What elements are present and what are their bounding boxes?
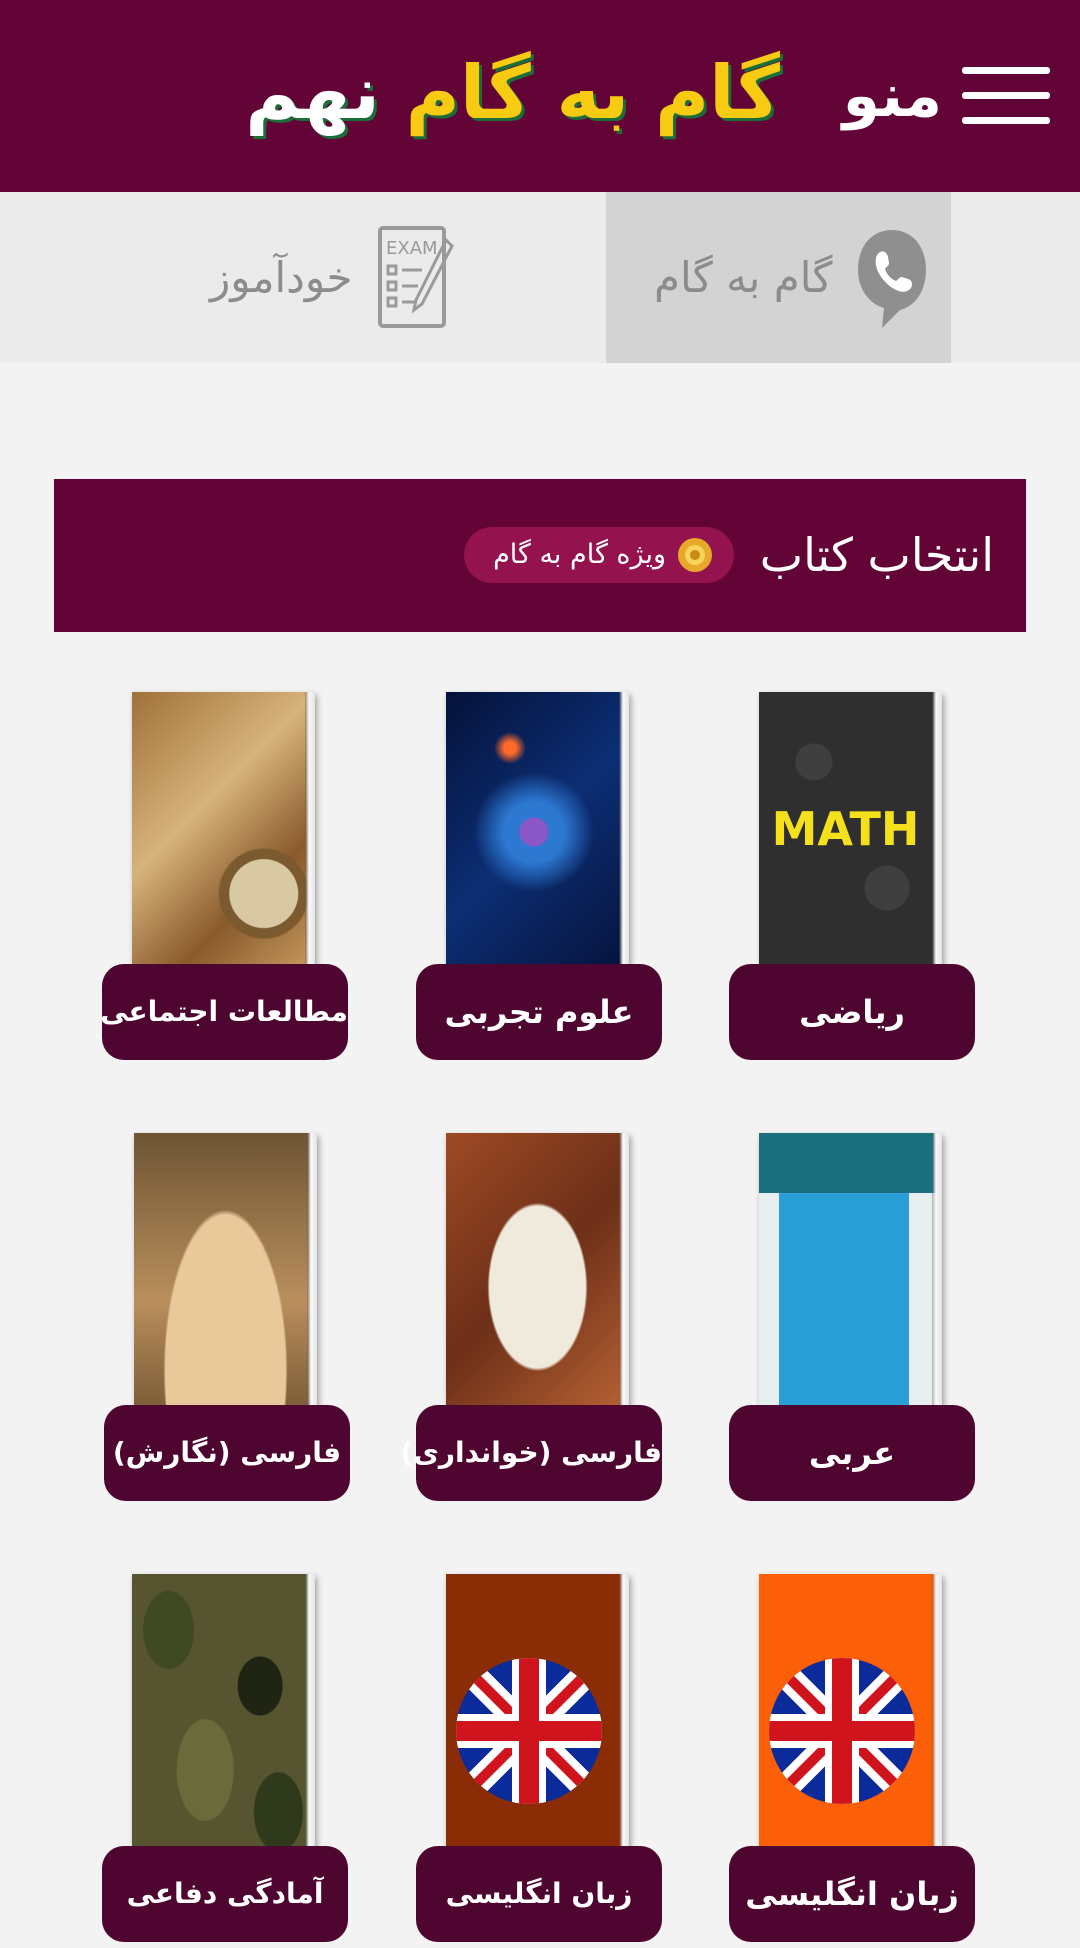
hamburger-icon [962, 67, 1050, 125]
app-title-part: گام [405, 50, 531, 136]
app-title-part: به [556, 50, 630, 136]
book-label: ریاضی [729, 964, 975, 1060]
book-label: علوم تجربی [416, 964, 662, 1060]
menu-label: منو [842, 61, 942, 131]
math-cover: MATH [759, 692, 942, 972]
book-math[interactable]: MATH ریاضی [729, 692, 975, 1066]
book-english[interactable]: زبان انگلیسی [729, 1574, 975, 1948]
book-selection-header: انتخاب کتاب ویژه گام به گام [54, 479, 1026, 632]
book-label: زبان انگلیسی [729, 1846, 975, 1942]
tab-self-study[interactable]: خودآموز EXAM [150, 192, 470, 363]
math-cover-text: MATH [771, 802, 920, 856]
book-persian-reading[interactable]: فارسی (خوانداری) [400, 1133, 662, 1507]
app-title-part: گام [654, 50, 780, 136]
tab-label: گام به گام [654, 253, 833, 302]
exam-icon: EXAM [378, 226, 454, 328]
tab-bar: گام به گام خودآموز EXAM [0, 192, 1080, 363]
svg-text:EXAM: EXAM [386, 238, 438, 259]
app-header: گام به گام نهم منو [0, 0, 1080, 192]
book-social-studies[interactable]: مطالعات اجتماعی [100, 692, 348, 1066]
book-arabic[interactable]: عربی [729, 1133, 975, 1507]
special-badge[interactable]: ویژه گام به گام [464, 527, 734, 583]
tab-label: خودآموز [210, 253, 353, 302]
book-label: عربی [729, 1405, 975, 1501]
camouflage-cover [132, 1574, 315, 1854]
uk-flag-icon [456, 1658, 602, 1804]
book-defense[interactable]: آمادگی دفاعی [102, 1574, 348, 1948]
open-book-cover [134, 1133, 317, 1413]
statue-cover [446, 1133, 629, 1413]
book-label: فارسی (خوانداری) [400, 1405, 662, 1501]
uk-flag-icon [769, 1658, 915, 1804]
uk-flag-brown-cover [446, 1574, 629, 1854]
book-label: آمادگی دفاعی [102, 1846, 348, 1942]
section-title: انتخاب کتاب [759, 528, 994, 582]
badge-label: ویژه گام به گام [493, 539, 666, 570]
compass-map-cover [132, 692, 315, 972]
uk-flag-orange-cover [759, 1574, 942, 1854]
tab-gam-be-gam[interactable]: گام به گام [606, 192, 951, 363]
app-title: گام به گام نهم [245, 38, 780, 148]
menu-button[interactable]: منو [842, 55, 1050, 137]
book-english-2[interactable]: زبان انگلیسی [416, 1574, 662, 1948]
book-persian-writing[interactable]: فارسی (نگارش) [104, 1133, 350, 1507]
book-science[interactable]: علوم تجربی [416, 692, 662, 1066]
phone-icon [858, 230, 926, 328]
book-label: مطالعات اجتماعی [100, 964, 348, 1060]
book-label: زبان انگلیسی [416, 1846, 662, 1942]
medal-icon [678, 538, 712, 572]
neuron-cover [446, 692, 629, 972]
book-label: فارسی (نگارش) [104, 1405, 350, 1501]
quran-language-cover [759, 1133, 942, 1413]
app-title-part: نهم [245, 50, 380, 136]
